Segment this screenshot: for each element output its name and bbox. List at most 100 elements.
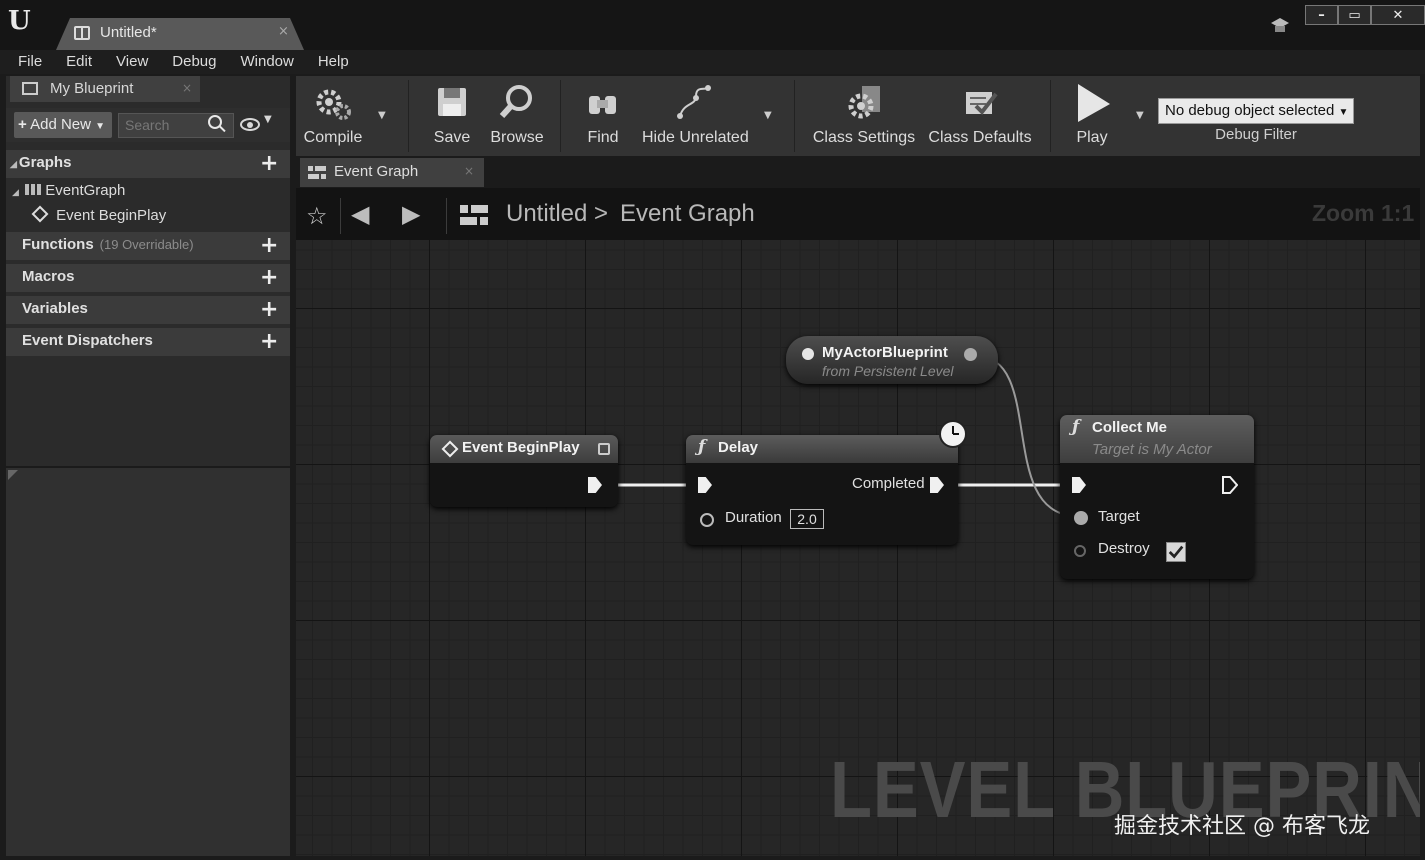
hide-unrelated-nodes-icon: [677, 85, 711, 119]
unreal-logo-icon: U: [8, 6, 31, 36]
target-pin[interactable]: [1074, 511, 1088, 525]
node-delay[interactable]: ƒ Delay Completed Duration 2.0: [686, 420, 967, 545]
add-new-label: Add New: [30, 116, 91, 133]
compile-options-chevron-icon[interactable]: ▼: [378, 110, 386, 121]
completed-pin-label: Completed: [852, 475, 925, 492]
exec-out-pin[interactable]: [1222, 476, 1238, 494]
search-icon[interactable]: [208, 115, 222, 129]
close-window-button[interactable]: ✕: [1371, 5, 1425, 25]
delegate-pin-icon[interactable]: [598, 443, 610, 455]
forward-arrow-icon[interactable]: ▶: [402, 200, 420, 228]
toolbar-separator: [408, 80, 409, 152]
credit-watermark: 掘金技术社区 @ 布客飞龙: [1114, 814, 1370, 839]
add-new-button[interactable]: + Add New ▼: [14, 112, 112, 138]
debug-object-select[interactable]: No debug object selected ▼: [1158, 98, 1354, 124]
event-graph-tab-close[interactable]: ×: [464, 164, 474, 178]
menu-window[interactable]: Window: [240, 50, 293, 74]
exec-out-pin[interactable]: [588, 477, 602, 493]
class-defaults-checklist-icon: [966, 92, 998, 116]
node-actor-reference[interactable]: MyActorBlueprint from Persistent Level: [786, 336, 998, 384]
function-icon: ƒ: [1072, 417, 1080, 437]
compile-gears-icon: [316, 89, 351, 120]
hide-unrelated-button[interactable]: Hide Unrelated: [642, 76, 749, 156]
class-settings-button[interactable]: Class Settings: [812, 76, 916, 156]
debug-object-value: No debug object selected: [1165, 102, 1335, 119]
hide-unrelated-options-chevron-icon[interactable]: ▼: [764, 110, 772, 121]
macros-section-label: Macros: [22, 268, 75, 285]
functions-section-header[interactable]: Functions (19 Overridable) +: [6, 232, 290, 260]
menu-edit[interactable]: Edit: [66, 50, 92, 74]
node-collect-me[interactable]: ƒ Collect Me Target is My Actor Target D…: [1060, 415, 1254, 579]
breadcrumb-root[interactable]: Untitled: [506, 200, 587, 228]
find-button[interactable]: Find: [574, 76, 632, 156]
completed-exec-out-pin[interactable]: [930, 477, 944, 493]
event-dispatchers-section-label: Event Dispatchers: [22, 332, 153, 349]
play-button[interactable]: Play: [1064, 76, 1120, 156]
tree-item-event-beginplay[interactable]: Event BeginPlay: [31, 205, 167, 224]
macros-section-header[interactable]: Macros +: [6, 264, 290, 292]
graph-canvas[interactable]: ☆ ◀ ▶ Untitled > Event Graph Zoom 1:1 Ev…: [296, 188, 1420, 856]
graphs-section-header[interactable]: ◢ Graphs +: [6, 150, 290, 178]
window-controls: – ▭ ✕: [1305, 5, 1425, 25]
play-options-chevron-icon[interactable]: ▼: [1136, 110, 1144, 121]
chevron-down-icon: ▼: [95, 121, 106, 132]
favorite-star-icon[interactable]: ☆: [306, 202, 328, 230]
class-settings-gear-icon: [848, 86, 880, 119]
chevron-down-icon[interactable]: ▼: [264, 114, 272, 125]
variables-section-header[interactable]: Variables +: [6, 296, 290, 324]
eye-icon[interactable]: [240, 118, 260, 131]
class-defaults-button[interactable]: Class Defaults: [928, 76, 1032, 156]
add-function-button[interactable]: +: [260, 234, 278, 258]
tree-item-eventgraph[interactable]: ◢ EventGraph: [12, 182, 125, 199]
destroy-checkbox[interactable]: [1166, 542, 1186, 562]
event-diamond-icon: [31, 205, 49, 223]
node-event-beginplay[interactable]: Event BeginPlay: [430, 435, 618, 507]
menu-file[interactable]: File: [18, 50, 42, 74]
duration-pin[interactable]: [700, 513, 714, 527]
my-blueprint-panel: My Blueprint × + Add New ▼ Search ▼ ◢ Gra…: [6, 76, 290, 856]
graphs-section-label: Graphs: [18, 154, 72, 171]
add-graph-button[interactable]: +: [260, 152, 278, 176]
object-out-pin[interactable]: [964, 348, 977, 361]
browse-button[interactable]: Browse: [486, 76, 548, 156]
book-icon: [22, 82, 38, 95]
node-subtitle: Target is My Actor: [1092, 441, 1212, 458]
my-blueprint-tab[interactable]: My Blueprint ×: [10, 76, 200, 102]
save-button[interactable]: Save: [426, 76, 478, 156]
exec-in-pin[interactable]: [698, 477, 712, 493]
blueprint-toolbar: Compile ▼ Save Browse Find Hide Unrelate: [296, 76, 1420, 156]
find-label: Find: [587, 129, 619, 146]
menu-view[interactable]: View: [116, 50, 148, 74]
menu-help[interactable]: Help: [318, 50, 349, 74]
duration-value-input[interactable]: 2.0: [790, 509, 824, 529]
menu-debug[interactable]: Debug: [172, 50, 216, 74]
add-variable-button[interactable]: +: [260, 298, 278, 322]
breadcrumb-arrow: >: [594, 200, 609, 227]
add-event-dispatcher-button[interactable]: +: [260, 330, 278, 354]
document-tab[interactable]: Untitled* ×: [56, 18, 304, 50]
event-graph-icon: [460, 205, 488, 225]
class-settings-label: Class Settings: [812, 129, 916, 146]
find-binoculars-icon: [589, 96, 616, 114]
browse-label: Browse: [490, 129, 544, 146]
chevron-down-icon: ▼: [1338, 107, 1349, 118]
node-title: Event BeginPlay: [462, 439, 580, 456]
play-triangle-icon: [1078, 84, 1110, 122]
back-arrow-icon[interactable]: ◀: [351, 200, 369, 228]
destroy-pin[interactable]: [1074, 545, 1086, 557]
event-dispatchers-section-header[interactable]: Event Dispatchers +: [6, 328, 290, 356]
my-blueprint-tab-close[interactable]: ×: [182, 81, 192, 95]
event-graph-tab[interactable]: Event Graph ×: [300, 158, 484, 187]
save-label: Save: [433, 129, 471, 146]
breadcrumb-current: Event Graph: [620, 200, 755, 227]
unreal-cap-icon[interactable]: [1270, 16, 1290, 36]
minimize-button[interactable]: –: [1305, 5, 1338, 25]
document-tab-close-button[interactable]: ×: [278, 24, 289, 39]
maximize-button[interactable]: ▭: [1338, 5, 1371, 25]
add-macro-button[interactable]: +: [260, 266, 278, 290]
collapse-triangle-icon: ◢: [12, 187, 19, 197]
compile-button[interactable]: Compile: [300, 76, 366, 156]
exec-in-pin[interactable]: [1072, 477, 1086, 493]
tree-item-label: Event BeginPlay: [56, 207, 167, 224]
panel-corner-icon: [8, 470, 18, 480]
